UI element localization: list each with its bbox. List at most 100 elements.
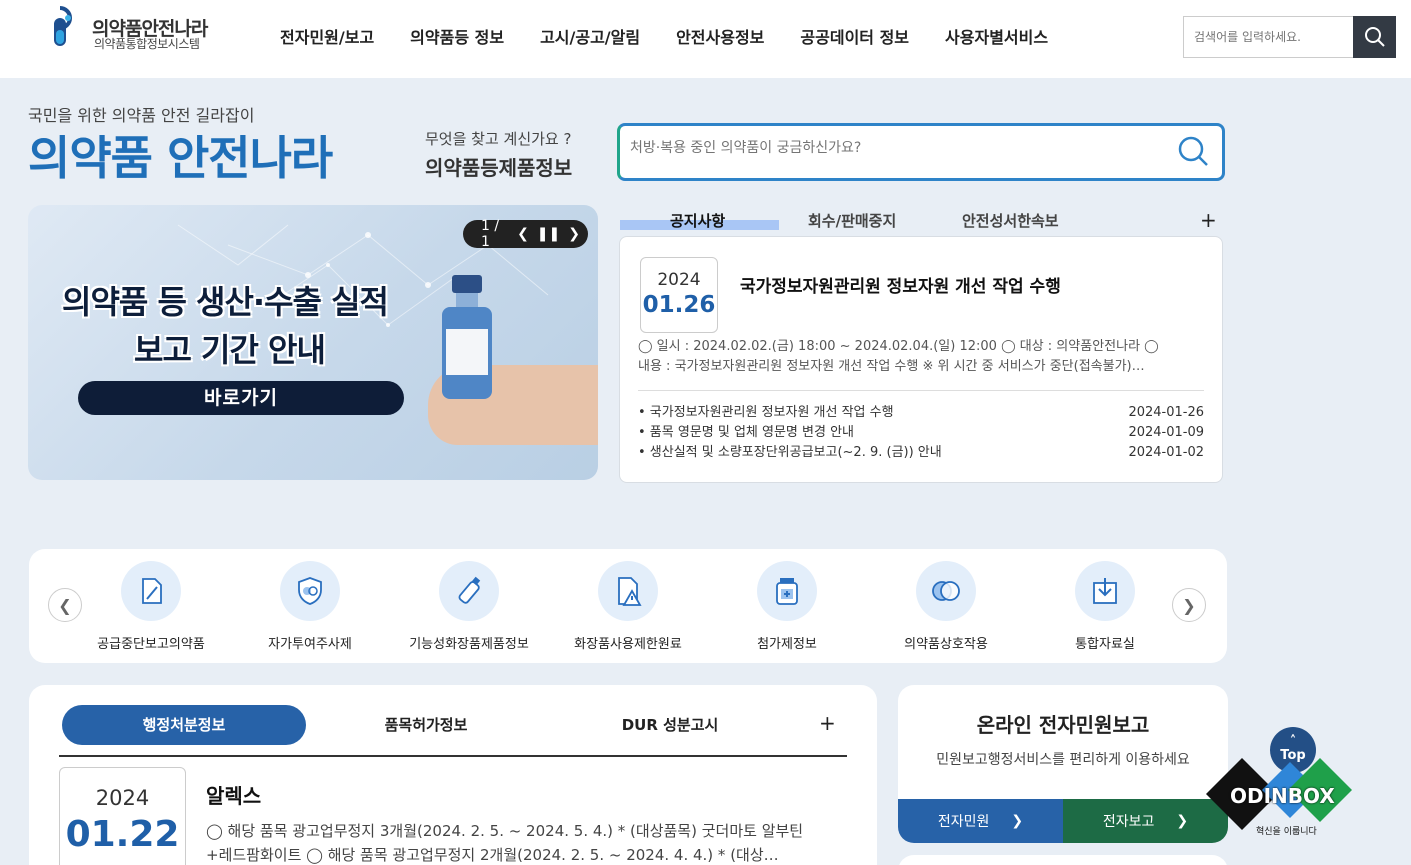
search-icon	[1364, 27, 1385, 47]
quick-item-restricted-ingredients[interactable]: 화장품사용제한원료	[548, 561, 708, 652]
search-category[interactable]: 의약품등제품정보	[425, 152, 572, 181]
nav-item-drug-info[interactable]: 의약품등 정보	[410, 24, 504, 48]
main-search-input[interactable]	[630, 140, 1170, 156]
quick-item-label: 기능성화장품제품정보	[409, 637, 529, 652]
civil-subtitle: 민원보고행정서비스를 편리하게 이용하세요	[936, 752, 1190, 768]
logo-mark-icon	[54, 6, 72, 46]
prev-icon[interactable]: ❮	[517, 226, 529, 242]
notice-featured-title[interactable]: 국가정보자원관리원 정보자원 개선 작업 수행	[740, 272, 1061, 297]
notice-item-date: 2024-01-09	[1128, 425, 1204, 440]
main-search-button[interactable]	[1176, 134, 1212, 170]
header-search-button[interactable]	[1353, 16, 1396, 58]
global-nav: 전자민원/보고 의약품등 정보 고시/공고/알림 안전사용정보 공공데이터 정보…	[280, 24, 1084, 48]
admin-divider	[59, 755, 847, 757]
search-icon	[1178, 136, 1208, 166]
next-icon[interactable]: ❯	[568, 226, 580, 242]
caret-up-icon: ˄	[1289, 734, 1297, 749]
nav-item-safety-info[interactable]: 안전사용정보	[676, 24, 764, 48]
notice-item-title: • 품목 영문명 및 업체 영문명 변경 안내	[638, 425, 854, 440]
pause-icon[interactable]: ❚❚	[537, 226, 560, 242]
banner-headline-2: 보고 기간 안내	[134, 331, 326, 369]
banner-controls: 1 / 1 ❮ ❚❚ ❯	[463, 218, 588, 250]
notice-tabs: 공지사항 회수/판매중지 안전성서한속보	[620, 210, 1225, 230]
nav-item-public-data[interactable]: 공공데이터 정보	[800, 24, 909, 48]
admin-more-icon[interactable]: +	[819, 711, 836, 735]
quick-item-supply-stop[interactable]: 공급중단보고의약품	[71, 561, 231, 652]
site-header: 의약품안전나라 의약품통합정보시스템 전자민원/보고 의약품등 정보 고시/공고…	[0, 0, 1411, 78]
quick-next-icon[interactable]: ❯	[1172, 588, 1206, 622]
notice-date-box: 2024 01.26	[640, 257, 718, 333]
banner-go-button[interactable]: 바로가기	[78, 381, 404, 415]
chevron-right-icon: ❯	[1176, 813, 1189, 829]
tab-recall[interactable]: 회수/판매중지	[808, 210, 896, 231]
tab-notice[interactable]: 공지사항	[670, 210, 725, 231]
nav-item-civil-report[interactable]: 전자민원/보고	[280, 24, 374, 48]
list-item[interactable]: • 품목 영문명 및 업체 영문명 변경 안내 2024-01-09	[638, 423, 1204, 443]
e-report-button[interactable]: 전자보고 ❯	[1063, 799, 1228, 843]
notice-item-title: • 국가정보자원관리원 정보자원 개선 작업 수행	[638, 405, 894, 420]
logo-subtitle: 의약품통합정보시스템	[94, 37, 200, 51]
quick-item-label: 의약품상호작용	[904, 637, 988, 652]
notice-item-date: 2024-01-26	[1128, 405, 1204, 420]
tab-dur[interactable]: DUR 성분고시	[548, 705, 792, 745]
notice-item-title: • 생산실적 및 소량포장단위공급보고(~2. 9. (금)) 안내	[638, 445, 942, 460]
quick-item-label: 첨가제정보	[757, 637, 817, 652]
banner-headline-1: 의약품 등 생산·수출 실적	[62, 283, 389, 321]
quick-item-self-injection[interactable]: 자가투여주사제	[230, 561, 390, 652]
hero-title: 의약품 안전나라	[28, 131, 333, 185]
odinbox-text: ODINBOX	[1230, 784, 1335, 808]
admin-year: 2024	[95, 786, 150, 810]
capsule-icon	[932, 581, 960, 601]
nav-item-notices[interactable]: 고시/공고/알림	[540, 24, 640, 48]
header-search-input[interactable]	[1183, 16, 1353, 58]
tab-admin-disposition[interactable]: 행정처분정보	[62, 705, 306, 745]
e-civil-label: 전자민원	[937, 814, 990, 830]
admin-date: 01.22	[65, 814, 180, 855]
notice-item-date: 2024-01-02	[1128, 445, 1204, 460]
main-banner[interactable]: 의약품 등 생산·수출 실적 보고 기간 안내 바로가기 1 / 1 ❮ ❚❚ …	[28, 205, 598, 480]
nav-item-user-service[interactable]: 사용자별서비스	[945, 24, 1048, 48]
chevron-right-icon: ❯	[1011, 813, 1024, 829]
quick-item-drug-interaction[interactable]: 의약품상호작용	[866, 561, 1026, 652]
admin-title[interactable]: 알렉스	[206, 780, 261, 809]
quick-item-label: 화장품사용제한원료	[574, 637, 682, 652]
site-logo[interactable]: 의약품안전나라 의약품통합정보시스템	[52, 4, 222, 52]
notice-more-icon[interactable]: +	[1200, 208, 1217, 232]
warning-document-icon	[618, 577, 642, 606]
vial-icon	[442, 275, 492, 399]
civil-panel: 온라인 전자민원보고 민원보고행정서비스를 편리하게 이용하세요 전자민원 ❯ 전…	[898, 685, 1228, 843]
odinbox-subtext: 혁신을 이룹니다	[1256, 827, 1317, 837]
header-search	[1183, 16, 1396, 58]
document-pen-icon	[142, 578, 162, 604]
shield-pill-icon	[298, 577, 322, 605]
next-panel-edge	[898, 855, 1228, 865]
quick-item-additives[interactable]: 첨가제정보	[707, 561, 867, 652]
odinbox-widget[interactable]: ODINBOX 혁신을 이룹니다	[1206, 756, 1356, 838]
notice-year: 2024	[657, 270, 701, 290]
e-civil-button[interactable]: 전자민원 ❯	[898, 799, 1063, 843]
search-prompt: 무엇을 찾고 계신가요 ?	[425, 130, 572, 148]
notice-featured-desc: ◯ 일시 : 2024.02.02.(금) 18:00 ~ 2024.02.04…	[638, 339, 1159, 374]
admin-date-box: 2024 01.22	[59, 767, 186, 865]
e-report-label: 전자보고	[1102, 814, 1155, 830]
tab-safety-letter[interactable]: 안전성서한속보	[962, 210, 1059, 231]
list-item[interactable]: • 국가정보자원관리원 정보자원 개선 작업 수행 2024-01-26	[638, 403, 1204, 423]
tab-item-permit[interactable]: 품목허가정보	[304, 705, 548, 745]
download-icon	[1093, 578, 1117, 604]
notice-panel: 2024 01.26 국가정보자원관리원 정보자원 개선 작업 수행 ◯ 일시 …	[619, 236, 1223, 483]
quick-item-functional-cosmetics[interactable]: 기능성화장품제품정보	[389, 561, 549, 652]
admin-desc: ◯ 해당 품목 광고업무정지 3개월(2024. 2. 5. ~ 2024. 5…	[206, 822, 804, 864]
admin-panel: 행정처분정보 품목허가정보 DUR 성분고시 + 2024 01.22 알렉스 …	[29, 685, 877, 865]
notice-divider	[638, 390, 1204, 391]
quick-menu: ❮ 공급중단보고의약품 자가투여주사제 기능성화장품제품정보 화장품사용제한원료…	[29, 549, 1227, 663]
medicine-jar-icon	[776, 578, 798, 605]
main-search	[617, 123, 1225, 181]
quick-item-label: 통합자료실	[1075, 637, 1135, 652]
quick-item-archive[interactable]: 통합자료실	[1025, 561, 1185, 652]
cosmetic-bottle-icon	[458, 576, 481, 604]
quick-item-label: 공급중단보고의약품	[97, 637, 205, 652]
banner-counter: 1 / 1	[481, 218, 500, 250]
quick-item-label: 자가투여주사제	[268, 637, 352, 652]
list-item[interactable]: • 생산실적 및 소량포장단위공급보고(~2. 9. (금)) 안내 2024-0…	[638, 443, 1204, 463]
notice-date: 01.26	[642, 292, 716, 318]
